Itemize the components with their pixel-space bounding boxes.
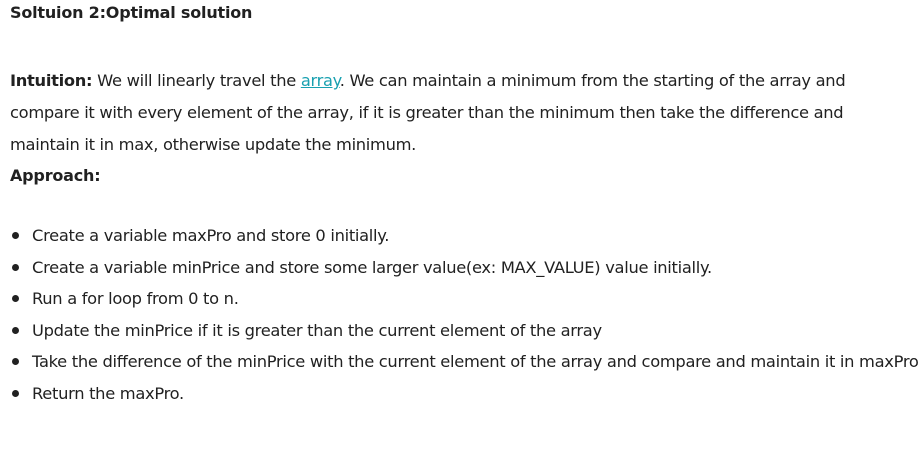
list-item: Create a variable minPrice and store som…	[10, 252, 920, 284]
approach-steps-list: Create a variable maxPro and store 0 ini…	[10, 220, 920, 409]
list-item: Create a variable maxPro and store 0 ini…	[10, 220, 920, 252]
step-text: Update the minPrice if it is greater tha…	[32, 320, 602, 340]
bullet-icon	[12, 326, 19, 334]
list-item: Take the difference of the minPrice with…	[10, 346, 920, 378]
bullet-icon	[12, 263, 19, 271]
intuition-label: Intuition:	[10, 71, 93, 91]
step-text: Take the difference of the minPrice with…	[32, 352, 920, 371]
intuition-paragraph: Intuition: We will linearly travel the a…	[10, 65, 890, 161]
step-text: Return the maxPro.	[32, 383, 184, 403]
approach-heading: Approach:	[10, 166, 101, 185]
step-text: Run a for loop from 0 to n.	[32, 289, 239, 308]
intuition-text-before-link: We will linearly travel the	[92, 71, 301, 91]
list-item: Run a for loop from 0 to n.	[10, 283, 920, 315]
array-link[interactable]: array	[301, 71, 340, 90]
list-item: Return the maxPro.	[10, 378, 920, 410]
bullet-icon	[12, 295, 19, 302]
bullet-icon	[12, 232, 19, 239]
article-section: Soltuion 2:Optimal solution Intuition: W…	[0, 0, 920, 460]
step-text: Create a variable maxPro and store 0 ini…	[32, 226, 390, 245]
list-item: Update the minPrice if it is greater tha…	[10, 315, 920, 347]
bullet-icon	[12, 358, 19, 365]
section-heading: Soltuion 2:Optimal solution	[10, 3, 253, 22]
step-text: Create a variable minPrice and store som…	[32, 257, 712, 277]
bullet-icon	[12, 389, 19, 397]
